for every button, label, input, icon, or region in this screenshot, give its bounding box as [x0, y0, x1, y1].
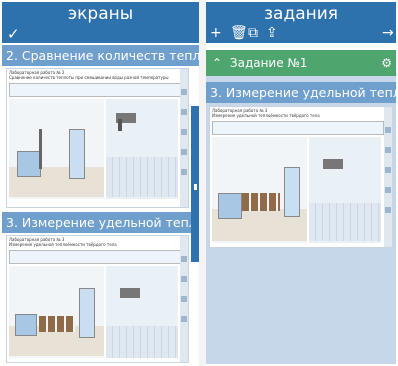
- lab-caption: Лабораторная работа № 2 Сравнение количе…: [9, 70, 169, 80]
- gear-icon[interactable]: ⚙: [381, 50, 392, 76]
- screens-title: экраны: [67, 4, 134, 24]
- screen-thumbnail-3[interactable]: Лабораторная работа № 3 Измерение удельн…: [6, 235, 189, 363]
- task-body: 3. Измерение удельной тепл Лабораторная …: [206, 76, 396, 364]
- trash-icon[interactable]: 🗑: [230, 25, 248, 41]
- tasks-title: задания: [263, 4, 339, 24]
- check-icon[interactable]: ✓: [7, 26, 20, 42]
- screen-section-2[interactable]: 2. Сравнение количеств теплоты: [2, 45, 199, 66]
- chevron-up-icon[interactable]: ⌃: [212, 56, 222, 70]
- screen-section-3[interactable]: 3. Измерение удельной теплоёмк: [2, 212, 199, 233]
- task-header[interactable]: ⌃ Задание №1 ⚙: [206, 50, 396, 76]
- lab-table: [212, 121, 384, 135]
- right-experiment-area: [106, 99, 178, 199]
- scrollbar-handle[interactable]: [194, 184, 197, 190]
- add-icon[interactable]: +: [210, 25, 222, 41]
- screens-pane: экраны ✓ 2. Сравнение количеств теплоты …: [2, 2, 199, 364]
- left-experiment-area: [212, 137, 307, 243]
- tasks-topbar: задания + 🗑 ⧉ ⇪ →: [206, 2, 396, 43]
- right-experiment-area: [106, 266, 178, 358]
- task-screen-section[interactable]: 3. Измерение удельной тепл: [206, 82, 396, 103]
- lab-table: [9, 83, 181, 97]
- tasks-pane: задания + 🗑 ⧉ ⇪ → ⌃ Задание №1 ⚙ 3. Изме…: [206, 2, 396, 364]
- right-experiment-area: [309, 137, 381, 243]
- copy-icon[interactable]: ⧉: [248, 25, 258, 41]
- screen-thumbnail-2[interactable]: Лабораторная работа № 2 Сравнение количе…: [6, 68, 189, 208]
- arrow-right-icon[interactable]: →: [382, 25, 394, 41]
- lab-caption: Лабораторная работа № 3 Измерение удельн…: [212, 108, 320, 118]
- thumbnail-scroll-column: [180, 69, 188, 207]
- share-icon[interactable]: ⇪: [266, 25, 278, 41]
- task-title: Задание №1: [229, 56, 308, 70]
- pane-divider[interactable]: [199, 0, 206, 366]
- task-screen-thumbnail[interactable]: Лабораторная работа № 3 Измерение удельн…: [209, 106, 393, 248]
- left-experiment-area: [9, 99, 104, 199]
- thumbnail-scroll-column: [180, 236, 188, 362]
- left-experiment-area: [9, 266, 104, 358]
- lab-table: [9, 250, 181, 264]
- screens-topbar: экраны ✓: [2, 2, 199, 43]
- thumbnail-scroll-column: [384, 107, 392, 247]
- lab-caption: Лабораторная работа № 3 Измерение удельн…: [9, 237, 117, 247]
